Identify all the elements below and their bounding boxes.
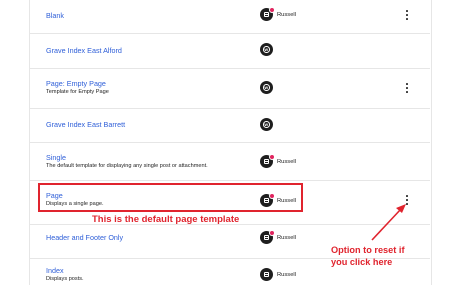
annotation-arrow-icon bbox=[371, 204, 406, 241]
